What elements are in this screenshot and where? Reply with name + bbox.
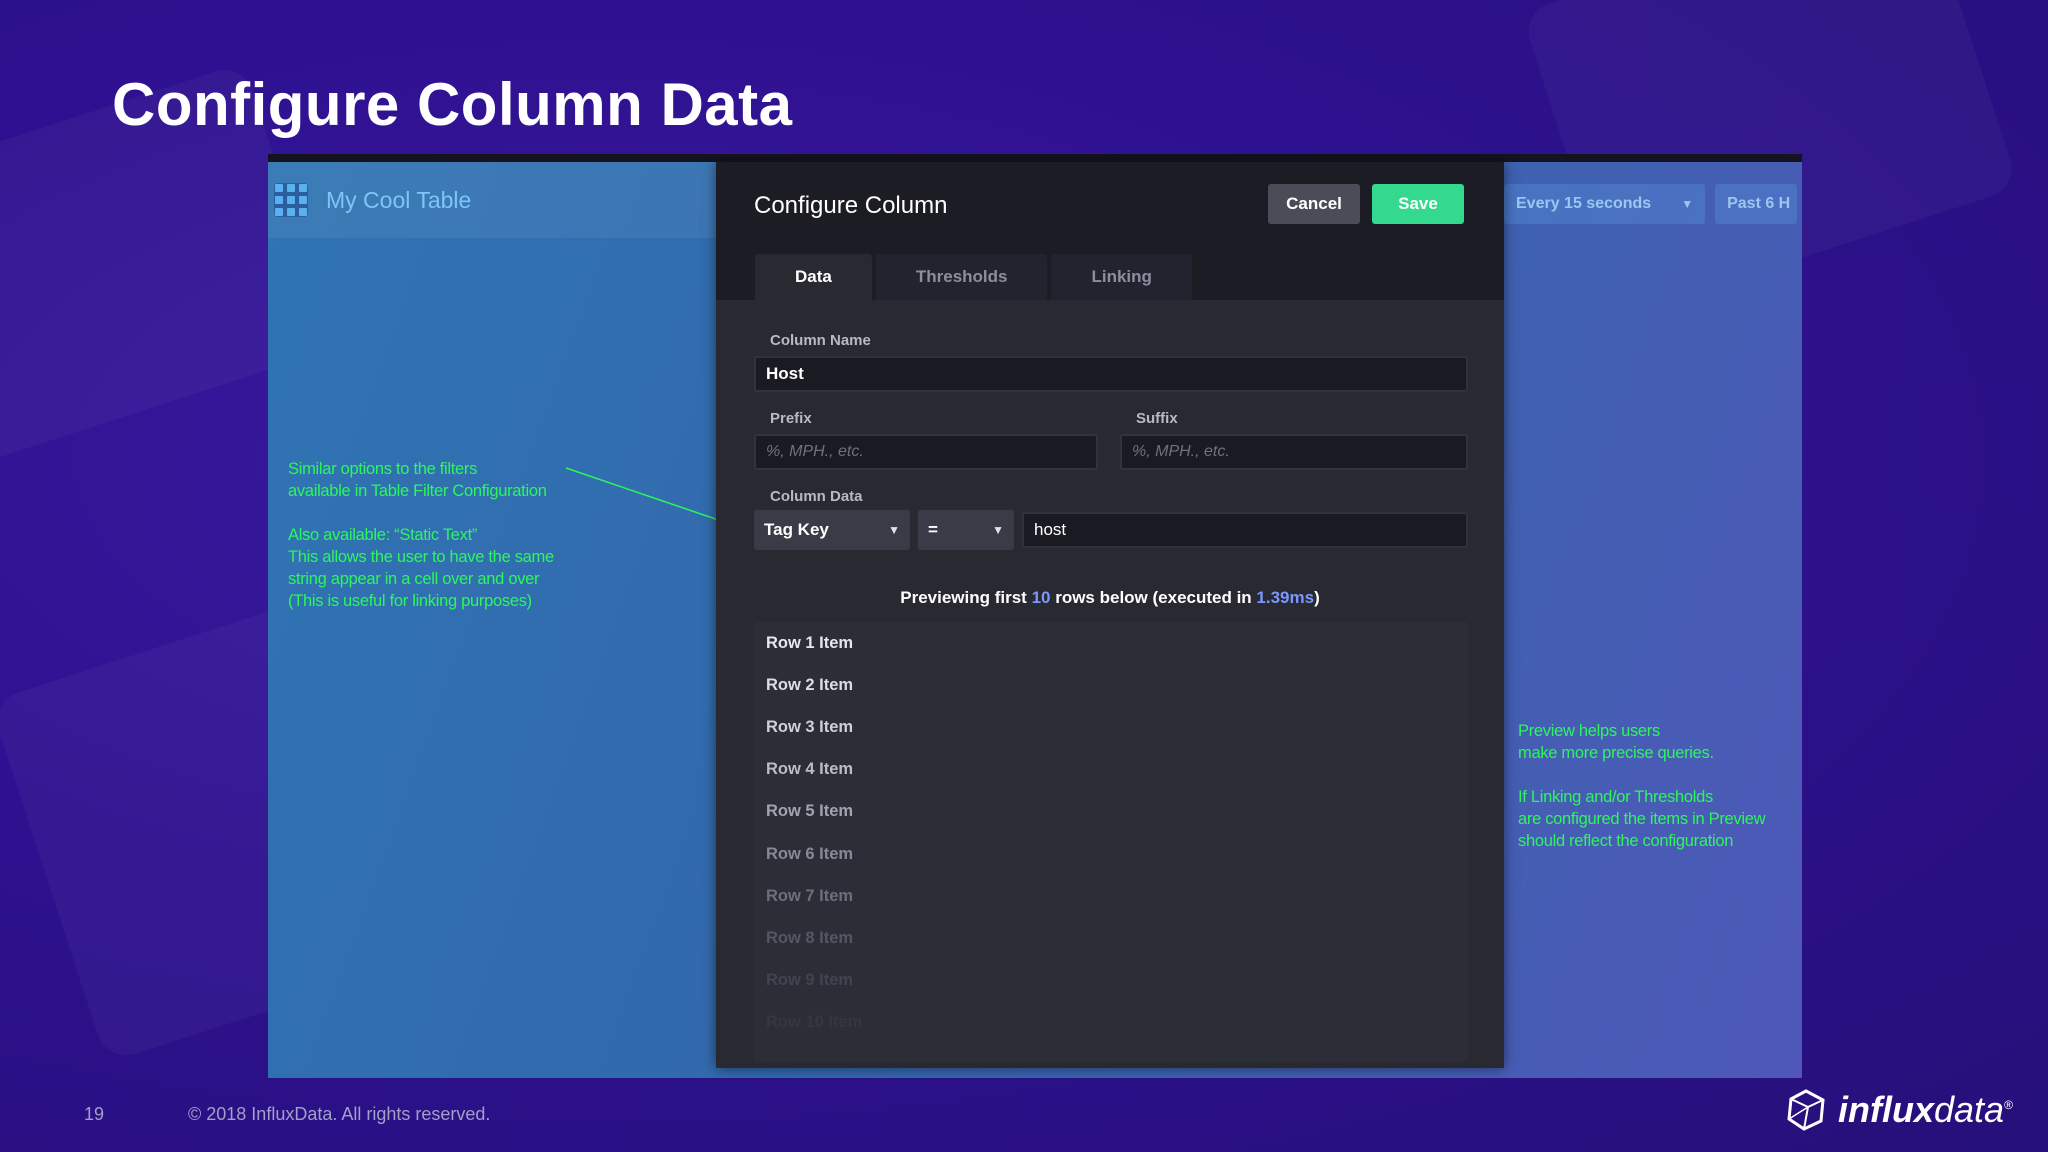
- list-item: Row 10 Item: [766, 1013, 863, 1032]
- column-data-type-value: Tag Key: [764, 520, 829, 539]
- suffix-label: Suffix: [1136, 410, 1178, 427]
- brand-bold: influx: [1838, 1089, 1934, 1130]
- prefix-label: Prefix: [770, 410, 812, 427]
- configure-column-modal: Configure Column Cancel Save Data Thresh…: [716, 162, 1504, 1068]
- refresh-interval-dropdown[interactable]: Every 15 seconds ▼: [1504, 184, 1706, 224]
- slide-title: Configure Column Data: [112, 71, 793, 138]
- cancel-button[interactable]: Cancel: [1268, 184, 1360, 224]
- chevron-down-icon: ▼: [1681, 197, 1694, 211]
- annotation-line: make more precise queries.: [1518, 744, 1714, 762]
- annotation-pointer-line: [565, 467, 743, 529]
- operator-value: =: [928, 520, 938, 539]
- tab-linking[interactable]: Linking: [1051, 254, 1192, 300]
- time-range-dropdown[interactable]: Past 6 H: [1715, 184, 1798, 224]
- annotation-line: string appear in a cell over and over: [288, 570, 540, 588]
- chevron-down-icon: ▼: [888, 523, 900, 537]
- influxdata-logo: influxdata®: [1784, 1088, 2013, 1132]
- preview-text: Previewing first: [900, 588, 1032, 607]
- modal-tabs: Data Thresholds Linking: [755, 254, 1192, 300]
- annotation-line: should reflect the configuration: [1518, 832, 1734, 850]
- page-number: 19: [84, 1104, 105, 1124]
- dashboard-controls: Every 15 seconds ▼ Past 6 H: [1504, 184, 1798, 224]
- chevron-down-icon: ▼: [992, 523, 1004, 537]
- right-annotation: Preview helps users make more precise qu…: [1518, 720, 1766, 852]
- list-item: Row 5 Item: [766, 802, 854, 821]
- influxdata-cube-icon: [1787, 1089, 1825, 1131]
- annotation-line: If Linking and/or Thresholds: [1518, 788, 1713, 806]
- annotation-line: (This is useful for linking purposes): [288, 592, 532, 610]
- tab-thresholds[interactable]: Thresholds: [875, 254, 1048, 300]
- column-data-value-input[interactable]: host: [1022, 512, 1468, 548]
- save-button[interactable]: Save: [1372, 184, 1464, 224]
- preview-count: 10: [1031, 588, 1051, 607]
- preview-list: Row 1 Item Row 2 Item Row 3 Item Row 4 I…: [754, 622, 1468, 1062]
- list-item: Row 9 Item: [766, 971, 854, 990]
- copyright: © 2018 InfluxData. All rights reserved.: [188, 1104, 491, 1124]
- brand-light: data: [1934, 1089, 2005, 1130]
- operator-select[interactable]: = ▼: [918, 510, 1014, 550]
- list-item: Row 4 Item: [766, 760, 854, 779]
- column-data-label: Column Data: [770, 488, 863, 505]
- column-name-input[interactable]: Host: [754, 356, 1468, 392]
- brand-wordmark: influxdata®: [1838, 1089, 2013, 1131]
- app-screenshot: My Cool Table Every 15 seconds ▼ Past 6 …: [268, 154, 1802, 1078]
- refresh-interval-label: Every 15 seconds: [1516, 195, 1652, 212]
- list-item: Row 3 Item: [766, 717, 854, 736]
- column-name-label: Column Name: [770, 332, 871, 349]
- time-range-label: Past 6 H: [1727, 195, 1791, 212]
- modal-title: Configure Column: [754, 192, 948, 219]
- preview-text: rows below (executed in: [1050, 588, 1257, 607]
- list-item: Row 6 Item: [766, 844, 854, 863]
- preview-time: 1.39ms: [1256, 588, 1315, 607]
- prefix-input[interactable]: %, MPH., etc.: [754, 434, 1098, 470]
- list-item: Row 7 Item: [766, 886, 854, 905]
- annotation-line: are configured the items in Preview: [1518, 810, 1766, 828]
- brand-mark: ®: [2004, 1098, 2013, 1112]
- preview-text: ): [1314, 588, 1320, 607]
- annotation-line: Preview helps users: [1518, 722, 1660, 740]
- column-data-type-select[interactable]: Tag Key ▼: [754, 510, 910, 550]
- preview-summary: Previewing first 10 rows below (executed…: [716, 588, 1504, 608]
- suffix-input[interactable]: %, MPH., etc.: [1120, 434, 1468, 470]
- list-item: Row 8 Item: [766, 928, 854, 947]
- list-item: Row 1 Item: [766, 633, 854, 652]
- tab-data[interactable]: Data: [755, 254, 872, 300]
- list-item: Row 2 Item: [766, 675, 854, 694]
